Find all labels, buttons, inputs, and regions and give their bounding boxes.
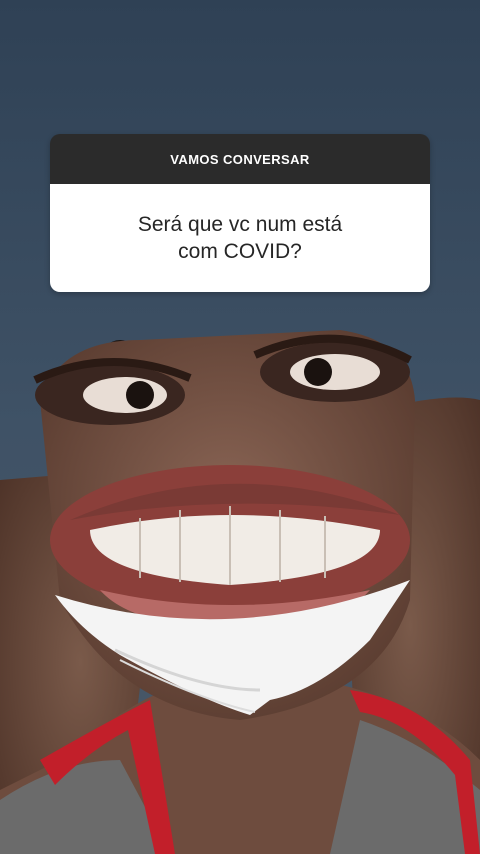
story-background-photo [0,0,480,854]
sticker-question-text: Será que vc num está com COVID? [137,213,343,263]
question-sticker[interactable]: VAMOS CONVERSAR Será que vc num está com… [50,134,430,292]
sticker-title: VAMOS CONVERSAR [170,151,310,167]
sticker-body: Será que vc num está com COVID? [50,184,430,292]
sticker-header: VAMOS CONVERSAR [50,134,430,184]
